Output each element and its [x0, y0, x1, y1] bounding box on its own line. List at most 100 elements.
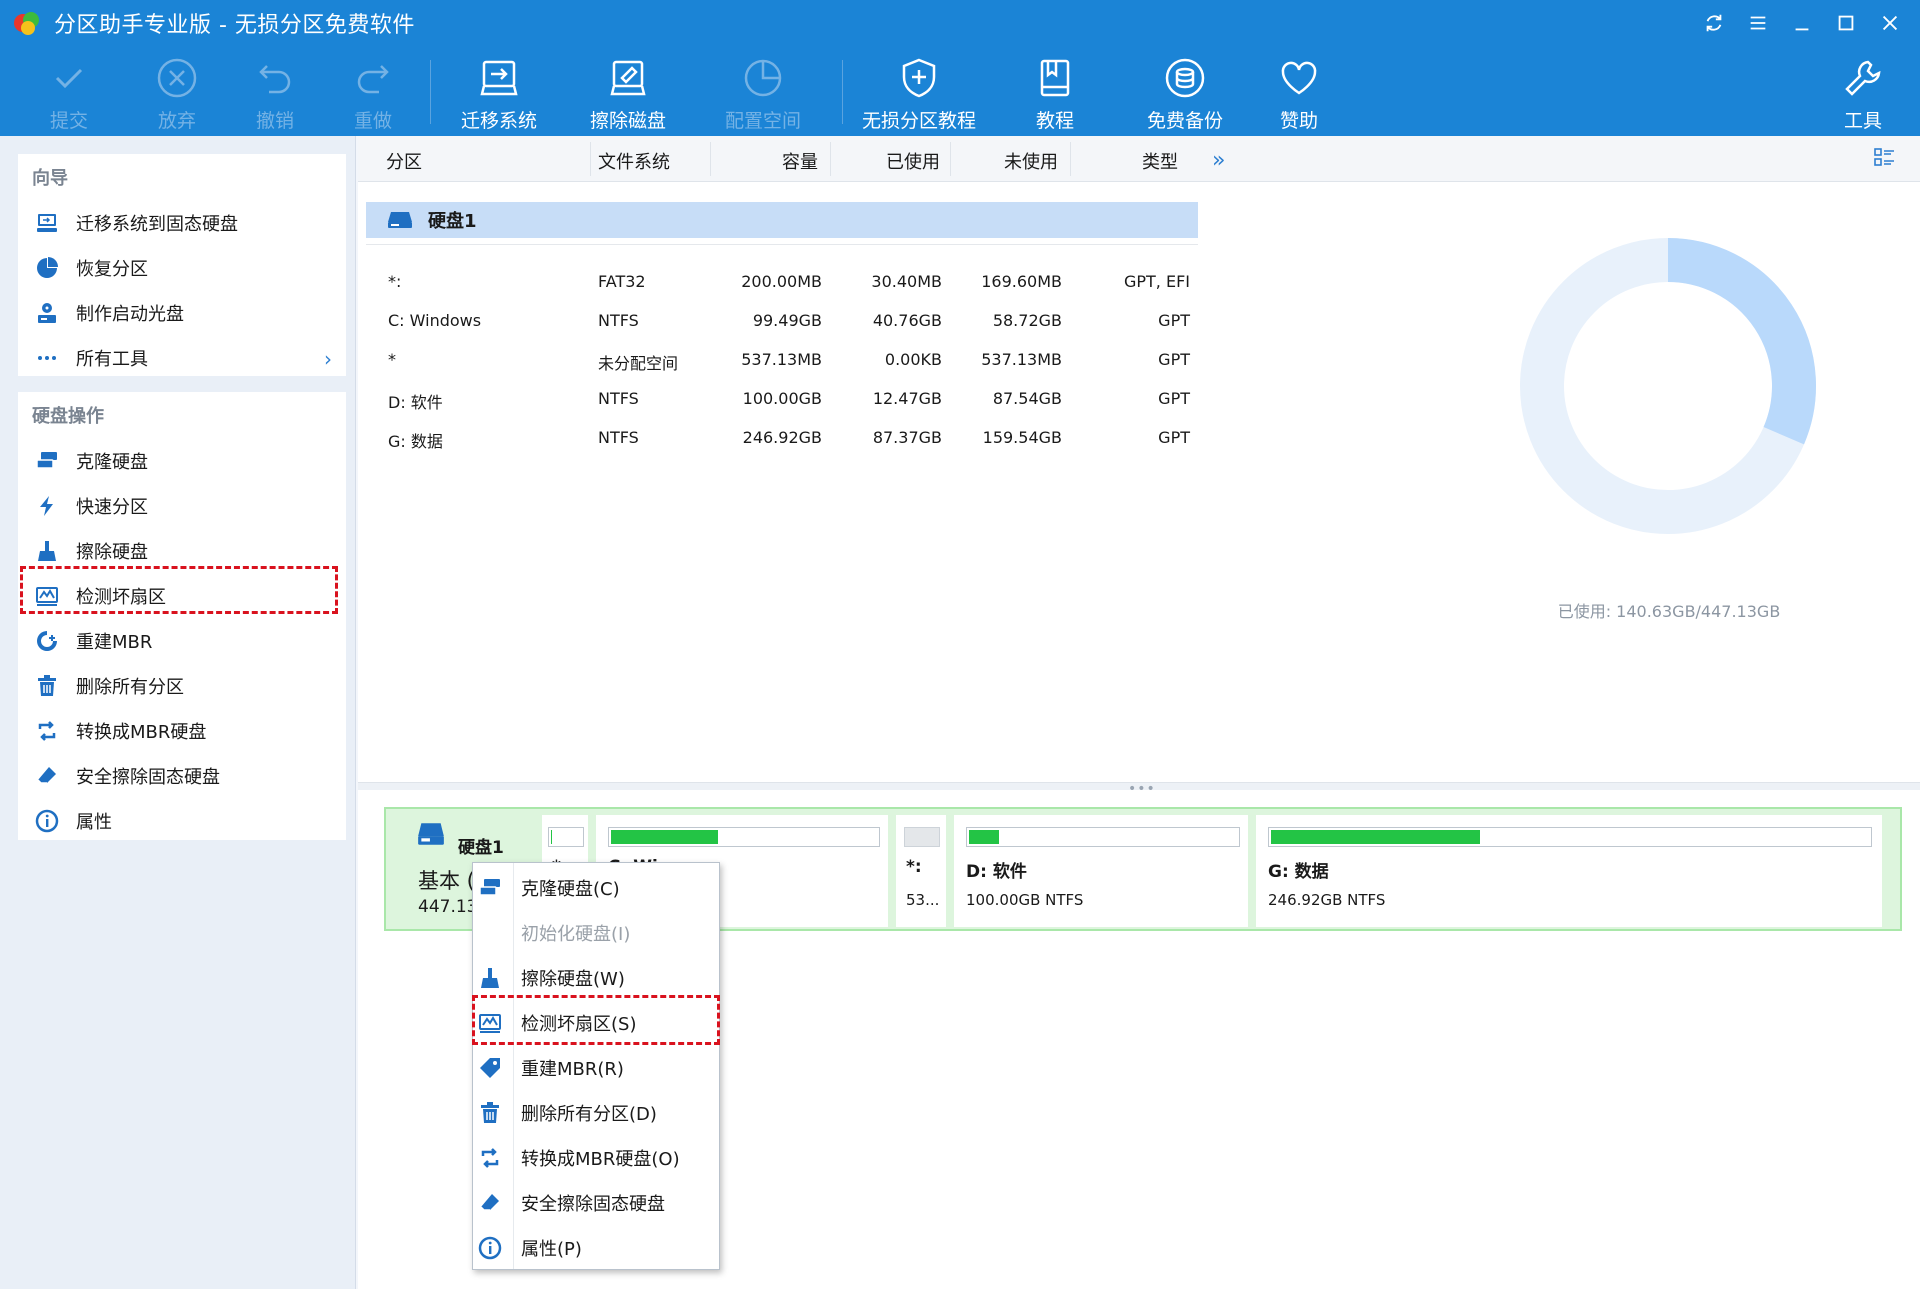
partition-table-header: 分区 文件系统 容量 已使用 未使用 类型 » — [358, 136, 1920, 182]
menu-icon[interactable] — [1736, 0, 1780, 46]
disk-ops-title: 硬盘操作 — [32, 406, 104, 427]
convert-icon — [477, 1145, 503, 1171]
disk-op-secure-erase[interactable]: 安全擦除固态硬盘 — [18, 753, 346, 798]
ctx-initialize-disk[interactable]: 初始化硬盘(I) — [473, 910, 719, 955]
recover-partition-icon — [34, 255, 60, 281]
redo-icon — [357, 65, 389, 94]
col-filesystem[interactable]: 文件系统 — [598, 148, 670, 174]
ctx-rebuild-mbr[interactable]: 重建MBR(R) — [473, 1045, 719, 1090]
toolbar-divider — [842, 60, 843, 124]
eraser-icon — [477, 1190, 503, 1216]
lightning-icon — [34, 493, 60, 519]
wizard-item-migrate-ssd[interactable]: 迁移系统到固态硬盘 — [18, 200, 346, 245]
book-icon — [1040, 59, 1070, 97]
table-row[interactable]: C: Windows NTFS 99.49GB 40.76GB 58.72GB … — [358, 301, 1198, 340]
trash-icon — [477, 1100, 503, 1126]
col-free[interactable]: 未使用 — [1004, 148, 1058, 174]
wizard-item-all-tools[interactable]: 所有工具 › — [18, 335, 346, 380]
disk-label: 硬盘1 — [428, 211, 477, 232]
panel-splitter[interactable]: ••• — [358, 781, 1920, 797]
table-row[interactable]: G: 数据 NTFS 246.92GB 87.37GB 159.54GB GPT — [358, 418, 1198, 457]
donut-used-arc — [1667, 238, 1816, 445]
discard-button[interactable]: 放弃 — [122, 56, 232, 133]
free-backup-button[interactable]: 免费备份 — [1130, 56, 1240, 133]
allocate-space-button[interactable]: 配置空间 — [708, 56, 818, 133]
usage-donut-chart — [1520, 238, 1816, 534]
double-chevron-right-icon[interactable]: » — [1212, 148, 1225, 173]
disk-op-quick-partition[interactable]: 快速分区 — [18, 483, 346, 528]
disk-op-bad-sector[interactable]: 检测坏扇区 — [18, 573, 346, 618]
layout-toggle-icon[interactable] — [1874, 148, 1896, 170]
disk-map-partition[interactable]: G: 数据 246.92GB NTFS — [1256, 815, 1882, 927]
backup-icon — [1165, 58, 1205, 98]
ctx-delete-all[interactable]: 删除所有分区(D) — [473, 1090, 719, 1135]
title-bar: 分区助手专业版 - 无损分区免费软件 — [0, 0, 1920, 46]
wipe-brush-icon — [477, 965, 503, 991]
app-logo-icon — [12, 8, 42, 38]
toolbar-divider — [430, 60, 431, 124]
col-capacity[interactable]: 容量 — [782, 148, 818, 174]
wipe-disk-button[interactable]: 擦除磁盘 — [573, 56, 683, 133]
migrate-ssd-icon — [34, 210, 60, 236]
usage-bar — [904, 827, 940, 847]
minimize-icon[interactable] — [1780, 0, 1824, 46]
usage-bar — [548, 827, 584, 847]
usage-bar — [608, 827, 880, 847]
table-row[interactable]: *: FAT32 200.00MB 30.40MB 169.60MB GPT, … — [358, 262, 1198, 301]
close-icon[interactable] — [1868, 0, 1912, 46]
table-row[interactable]: D: 软件 NTFS 100.00GB 12.47GB 87.54GB GPT — [358, 379, 1198, 418]
maximize-icon[interactable] — [1824, 0, 1868, 46]
migrate-os-icon — [480, 60, 518, 96]
convert-icon — [34, 718, 60, 744]
hard-disk-icon — [418, 823, 444, 845]
ctx-wipe-disk[interactable]: 擦除硬盘(W) — [473, 955, 719, 1000]
discard-icon — [157, 58, 197, 98]
undo-button[interactable]: 撤销 — [220, 56, 330, 133]
hard-disk-icon — [388, 212, 412, 228]
eraser-icon — [34, 763, 60, 789]
ctx-properties[interactable]: 属性(P) — [473, 1225, 719, 1270]
tools-button[interactable]: 工具 — [1818, 56, 1908, 133]
ctx-bad-sector[interactable]: 检测坏扇区(S) — [473, 1000, 719, 1045]
ctx-convert-mbr[interactable]: 转换成MBR硬盘(O) — [473, 1135, 719, 1180]
disk-op-clone-disk[interactable]: 克隆硬盘 — [18, 438, 346, 483]
disk-op-convert-mbr[interactable]: 转换成MBR硬盘 — [18, 708, 346, 753]
wizard-item-recover-partition[interactable]: 恢复分区 — [18, 245, 346, 290]
bootable-media-icon — [34, 300, 60, 326]
commit-button[interactable]: 提交 — [14, 56, 124, 133]
wipe-disk-icon — [610, 60, 646, 96]
disk-op-properties[interactable]: 属性 — [18, 798, 346, 843]
col-used[interactable]: 已使用 — [886, 148, 940, 174]
wipe-brush-icon — [34, 538, 60, 564]
migrate-os-button[interactable]: 迁移系统 — [444, 56, 554, 133]
disk-op-wipe-disk[interactable]: 擦除硬盘 — [18, 528, 346, 573]
disk-map-partition[interactable]: *: 53... — [896, 815, 946, 927]
shield-plus-icon — [902, 58, 936, 98]
clone-disk-icon — [34, 448, 60, 474]
disk-map-partition[interactable]: D: 软件 100.00GB NTFS — [954, 815, 1248, 927]
redo-button[interactable]: 重做 — [318, 56, 428, 133]
usage-bar — [1268, 827, 1872, 847]
wrench-icon — [1845, 60, 1881, 96]
left-panel: 向导 迁移系统到固态硬盘 恢复分区 制作启动光盘 所有工具 › 硬盘操作 克隆硬… — [0, 136, 356, 1289]
disk-ops-card: 硬盘操作 克隆硬盘 快速分区 擦除硬盘 检测坏扇区 重建MBR 删除所有分区 转… — [18, 392, 346, 840]
ctx-secure-erase[interactable]: 安全擦除固态硬盘 — [473, 1180, 719, 1225]
col-type[interactable]: 类型 — [1142, 148, 1178, 174]
clone-disk-icon — [477, 875, 503, 901]
chevron-right-icon: › — [324, 347, 332, 371]
tag-icon — [477, 1055, 503, 1081]
trash-icon — [34, 673, 60, 699]
disk-op-delete-all[interactable]: 删除所有分区 — [18, 663, 346, 708]
wizard-item-bootable-media[interactable]: 制作启动光盘 — [18, 290, 346, 335]
refresh-icon[interactable] — [1692, 0, 1736, 46]
window-title: 分区助手专业版 - 无损分区免费软件 — [54, 13, 415, 38]
col-partition[interactable]: 分区 — [386, 148, 422, 174]
tutorial-lossless-button[interactable]: 无损分区教程 — [862, 56, 976, 133]
disk-op-rebuild-mbr[interactable]: 重建MBR — [18, 618, 346, 663]
undo-icon — [259, 65, 291, 94]
sponsor-button[interactable]: 赞助 — [1244, 56, 1354, 133]
ctx-clone-disk[interactable]: 克隆硬盘(C) — [473, 865, 719, 910]
disk-row[interactable]: 硬盘1 — [366, 202, 1198, 238]
tutorial-button[interactable]: 教程 — [1000, 56, 1110, 133]
table-row[interactable]: * 未分配空间 537.13MB 0.00KB 537.13MB GPT — [358, 340, 1198, 379]
